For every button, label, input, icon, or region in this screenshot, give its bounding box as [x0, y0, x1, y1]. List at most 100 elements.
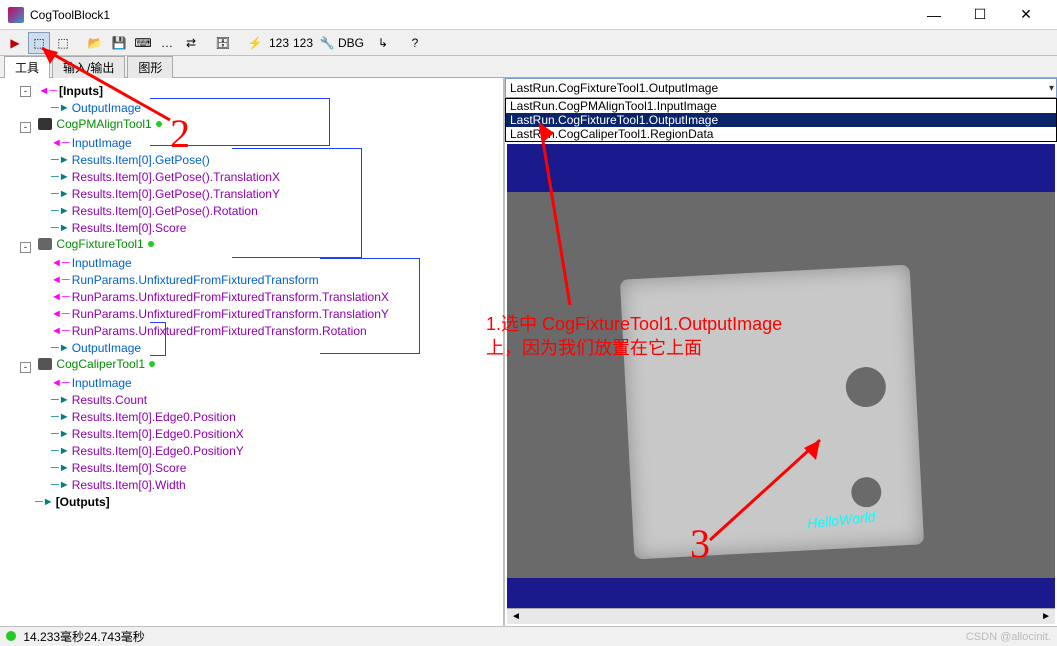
arrow-out-icon: ─►	[51, 152, 70, 168]
status-dot-icon	[148, 241, 154, 247]
toolbar-btn-1[interactable]: ⬚	[28, 32, 50, 54]
status-dot-icon	[6, 631, 16, 641]
combo-option[interactable]: LastRun.CogCaliperTool1.RegionData	[506, 127, 1056, 141]
arrow-out-icon: ─►	[51, 220, 70, 236]
tree-toggle-icon[interactable]: -	[20, 86, 31, 97]
scroll-left-icon[interactable]: ◄	[511, 611, 521, 622]
tree-runparams-ty[interactable]: RunParams.UnfixturedFromFixturedTransfor…	[72, 306, 389, 322]
tool-tree-pane[interactable]: - ◄─[Inputs] ─►OutputImage - CogPMAlignT…	[0, 78, 505, 626]
tree-runparams-tx[interactable]: RunParams.UnfixturedFromFixturedTransfor…	[72, 289, 389, 305]
arrow-in-icon: ◄─	[51, 272, 70, 288]
scroll-right-icon[interactable]: ►	[1041, 611, 1051, 622]
tree-toggle-icon[interactable]: -	[20, 122, 31, 133]
image-viewer[interactable]: HelloWorld ◄ ►	[507, 144, 1055, 624]
toolbar-btn-10[interactable]: 123	[268, 32, 290, 54]
arrow-out-icon: ─►	[51, 100, 70, 116]
save-button[interactable]: 💾	[108, 32, 130, 54]
app-icon	[8, 7, 24, 23]
tree-inputimage3[interactable]: InputImage	[72, 375, 132, 391]
tree-getpose-tx[interactable]: Results.Item[0].GetPose().TranslationX	[72, 169, 280, 185]
fixture-icon	[38, 238, 52, 250]
toolbar-btn-2[interactable]: ⬚	[52, 32, 74, 54]
combo-option[interactable]: LastRun.CogPMAlignTool1.InputImage	[506, 99, 1056, 113]
arrow-in-icon: ◄─	[38, 83, 57, 99]
toolbar-btn-13[interactable]: DBG	[340, 32, 362, 54]
help-button[interactable]: ?	[404, 32, 426, 54]
toolbar-btn-5[interactable]: ⌨	[132, 32, 154, 54]
tree-e0posy[interactable]: Results.Item[0].Edge0.PositionY	[72, 443, 244, 459]
arrow-out-icon: ─►	[51, 443, 70, 459]
toolbar-btn-7[interactable]: ⇄	[180, 32, 202, 54]
tree-fixture[interactable]: CogFixtureTool1	[56, 236, 143, 252]
arrow-in-icon: ◄─	[51, 289, 70, 305]
status-time: 14.233毫秒24.743毫秒	[23, 630, 144, 644]
watermark-text: CSDN @allocinit.	[966, 631, 1051, 643]
open-button[interactable]: 📂	[84, 32, 106, 54]
arrow-out-icon: ─►	[51, 340, 70, 356]
arrow-in-icon: ◄─	[51, 306, 70, 322]
toolbar-btn-14[interactable]: ↳	[372, 32, 394, 54]
tree-getpose-ty[interactable]: Results.Item[0].GetPose().TranslationY	[72, 186, 280, 202]
tree-inputs[interactable]: [Inputs]	[59, 83, 103, 99]
tree-inputimage[interactable]: InputImage	[72, 135, 132, 151]
tree-getpose[interactable]: Results.Item[0].GetPose()	[72, 152, 210, 168]
tree-rescount[interactable]: Results.Count	[72, 392, 147, 408]
arrow-in-icon: ◄─	[51, 135, 70, 151]
tree-caliper[interactable]: CogCaliperTool1	[56, 356, 145, 372]
toolbar: ▶ ⬚ ⬚ 📂 💾 ⌨ … ⇄ 🗄 ⚡ 123 123 🔧 DBG ↳ ?	[0, 30, 1057, 56]
close-button[interactable]: ✕	[1003, 0, 1049, 30]
minimize-button[interactable]: —	[911, 0, 957, 30]
arrow-out-icon: ─►	[51, 186, 70, 202]
arrow-in-icon: ◄─	[51, 255, 70, 271]
part-graphic	[620, 265, 924, 560]
toolbar-btn-8[interactable]: 🗄	[212, 32, 234, 54]
toolbar-btn-11[interactable]: 123	[292, 32, 314, 54]
arrow-in-icon: ◄─	[51, 323, 70, 339]
arrow-out-icon: ─►	[51, 460, 70, 476]
image-preview-pane: LastRun.CogFixtureTool1.OutputImage ▾ La…	[505, 78, 1057, 626]
caliper-icon	[38, 358, 52, 370]
tab-io[interactable]: 输入/输出	[52, 56, 125, 78]
tree-pmalign[interactable]: CogPMAlignTool1	[56, 116, 151, 132]
window-titlebar: CogToolBlock1 — ☐ ✕	[0, 0, 1057, 30]
toolbar-btn-9[interactable]: ⚡	[244, 32, 266, 54]
tree-outputimage2[interactable]: OutputImage	[72, 340, 141, 356]
tree-outputs[interactable]: [Outputs]	[56, 494, 110, 510]
image-source-dropdown[interactable]: LastRun.CogPMAlignTool1.InputImage LastR…	[505, 98, 1057, 142]
tab-tools[interactable]: 工具	[4, 56, 50, 78]
tree-score[interactable]: Results.Item[0].Score	[72, 220, 187, 236]
status-dot-icon	[156, 121, 162, 127]
arrow-out-icon: ─►	[35, 494, 54, 510]
toolbar-btn-12[interactable]: 🔧	[316, 32, 338, 54]
tree-e0pos[interactable]: Results.Item[0].Edge0.Position	[72, 409, 236, 425]
tree-e0posx[interactable]: Results.Item[0].Edge0.PositionX	[72, 426, 244, 442]
tree-outputimage[interactable]: OutputImage	[72, 100, 141, 116]
horizontal-scrollbar[interactable]: ◄ ►	[507, 608, 1055, 624]
arrow-out-icon: ─►	[51, 409, 70, 425]
tabs-row: 工具 输入/输出 图形	[0, 56, 1057, 78]
tree-runparams-rot[interactable]: RunParams.UnfixturedFromFixturedTransfor…	[72, 323, 367, 339]
tree-toggle-icon[interactable]: -	[20, 242, 31, 253]
maximize-button[interactable]: ☐	[957, 0, 1003, 30]
tab-graphics[interactable]: 图形	[127, 56, 173, 78]
combo-selected-text: LastRun.CogFixtureTool1.OutputImage	[510, 81, 718, 95]
tree-runparams[interactable]: RunParams.UnfixturedFromFixturedTransfor…	[72, 272, 319, 288]
tree-getpose-rot[interactable]: Results.Item[0].GetPose().Rotation	[72, 203, 258, 219]
status-bar: 14.233毫秒24.743毫秒 CSDN @allocinit.	[0, 626, 1057, 646]
run-button[interactable]: ▶	[4, 32, 26, 54]
arrow-out-icon: ─►	[51, 477, 70, 493]
arrow-out-icon: ─►	[51, 169, 70, 185]
combo-option-selected[interactable]: LastRun.CogFixtureTool1.OutputImage	[506, 113, 1056, 127]
arrow-out-icon: ─►	[51, 392, 70, 408]
tree-resscore[interactable]: Results.Item[0].Score	[72, 460, 187, 476]
window-title: CogToolBlock1	[30, 8, 911, 22]
tree-inputimage2[interactable]: InputImage	[72, 255, 132, 271]
tree-reswidth[interactable]: Results.Item[0].Width	[72, 477, 186, 493]
toolbar-btn-6[interactable]: …	[156, 32, 178, 54]
image-source-combo[interactable]: LastRun.CogFixtureTool1.OutputImage ▾	[505, 78, 1057, 98]
arrow-in-icon: ◄─	[51, 375, 70, 391]
tree-toggle-icon[interactable]: -	[20, 362, 31, 373]
arrow-out-icon: ─►	[51, 203, 70, 219]
image-area: HelloWorld	[507, 192, 1055, 578]
pmalign-icon	[38, 118, 52, 130]
